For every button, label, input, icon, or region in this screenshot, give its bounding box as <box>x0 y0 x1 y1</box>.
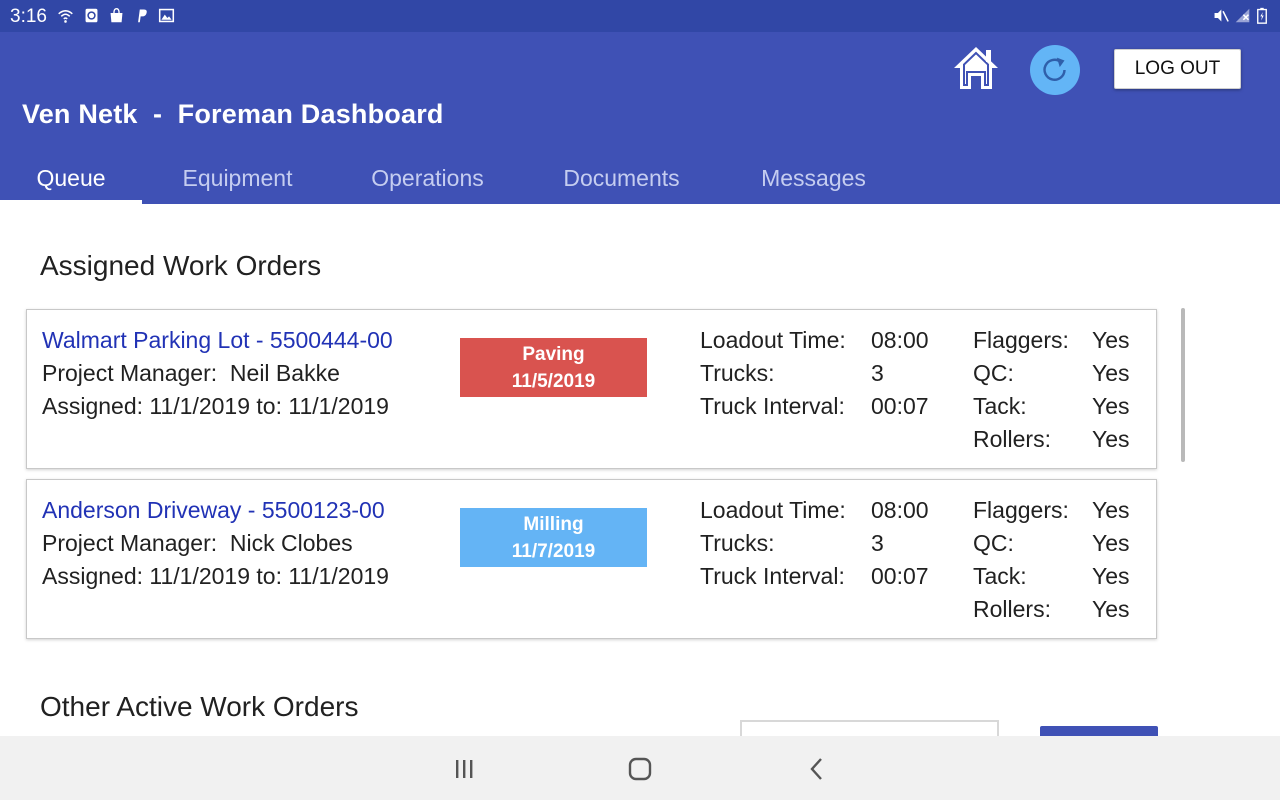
qc-value: Yes <box>1092 360 1130 386</box>
flaggers-value: Yes <box>1092 497 1130 523</box>
refresh-icon <box>1043 57 1066 81</box>
back-icon <box>810 758 822 780</box>
home-nav-button[interactable] <box>626 756 654 782</box>
filter-input[interactable] <box>740 720 999 736</box>
badge-type: Paving <box>522 343 585 365</box>
home-icon <box>954 47 998 89</box>
trucks-label: Trucks: <box>700 530 775 556</box>
tack-value: Yes <box>1092 393 1130 419</box>
other-section-title: Other Active Work Orders <box>40 691 359 722</box>
recent-apps-button[interactable] <box>450 756 478 782</box>
badge-date: 11/5/2019 <box>511 370 596 392</box>
home-circle-icon <box>628 757 652 781</box>
loadout-label: Loadout Time: <box>700 327 846 353</box>
truck-interval-value: 00:07 <box>871 393 929 419</box>
assigned-section-title: Assigned Work Orders <box>40 250 322 281</box>
trucks-value: 3 <box>871 360 884 386</box>
no-signal-icon <box>1234 7 1251 24</box>
assigned-dates: Assigned: 11/1/2019 to: 11/1/2019 <box>42 393 389 419</box>
flaggers-label: Flaggers: <box>973 497 1069 523</box>
project-manager-line: Project Manager: Nick Clobes <box>42 530 353 557</box>
rollers-value: Yes <box>1092 426 1130 452</box>
tab-equipment[interactable]: Equipment <box>160 152 315 204</box>
main-content[interactable]: Assigned Work Orders Walmart Parking Lot… <box>0 204 1280 736</box>
battery-charging-icon <box>1256 7 1268 24</box>
truck-interval-label: Truck Interval: <box>700 563 845 589</box>
work-order-card[interactable]: Anderson Driveway - 5500123-00 Project M… <box>26 479 1157 639</box>
truck-interval-label: Truck Interval: <box>700 393 845 419</box>
notification-app-icon <box>83 7 100 24</box>
flaggers-label: Flaggers: <box>973 327 1069 353</box>
wifi-icon <box>57 7 74 24</box>
shopping-bag-icon <box>108 7 125 24</box>
pm-name: Nick Clobes <box>229 530 353 556</box>
trucks-value: 3 <box>871 530 884 556</box>
rollers-label: Rollers: <box>973 596 1051 622</box>
system-nav-bar <box>0 736 1280 800</box>
tab-messages[interactable]: Messages <box>740 152 887 204</box>
tab-documents[interactable]: Documents <box>540 152 703 204</box>
trucks-label: Trucks: <box>700 360 775 386</box>
refresh-button[interactable] <box>1030 45 1080 95</box>
qc-label: QC: <box>973 530 1014 556</box>
status-badge: Milling 11/7/2019 <box>460 508 647 567</box>
project-manager-line: Project Manager: Neil Bakke <box>42 360 340 387</box>
flaggers-value: Yes <box>1092 327 1130 353</box>
work-order-link[interactable]: Walmart Parking Lot - 5500444-00 <box>42 327 393 354</box>
rollers-value: Yes <box>1092 596 1130 622</box>
loadout-value: 08:00 <box>871 327 929 353</box>
back-nav-button[interactable] <box>803 756 831 782</box>
tack-label: Tack: <box>973 563 1027 589</box>
image-icon <box>158 7 175 24</box>
tack-value: Yes <box>1092 563 1130 589</box>
rollers-label: Rollers: <box>973 426 1051 452</box>
loadout-value: 08:00 <box>871 497 929 523</box>
action-button[interactable] <box>1040 726 1158 736</box>
truck-interval-value: 00:07 <box>871 563 929 589</box>
pm-label: Project Manager: <box>42 530 218 556</box>
home-button[interactable] <box>951 44 1001 92</box>
status-bar: 3:16 <box>0 0 1280 32</box>
tab-bar: Queue Equipment Operations Documents Mes… <box>0 152 1000 204</box>
qc-label: QC: <box>973 360 1014 386</box>
recent-apps-icon <box>456 760 473 778</box>
logout-button[interactable]: LOG OUT <box>1114 49 1241 89</box>
pm-label: Project Manager: <box>42 360 218 386</box>
assigned-dates: Assigned: 11/1/2019 to: 11/1/2019 <box>42 563 389 589</box>
status-badge: Paving 11/5/2019 <box>460 338 647 397</box>
page-title: Ven Netk - Foreman Dashboard <box>22 99 444 129</box>
tack-label: Tack: <box>973 393 1027 419</box>
qc-value: Yes <box>1092 530 1130 556</box>
tab-queue[interactable]: Queue <box>0 152 142 204</box>
app-bar: Ven Netk - Foreman Dashboard LOG OUT Que… <box>0 32 1280 204</box>
scrollbar[interactable] <box>1181 308 1185 462</box>
loadout-label: Loadout Time: <box>700 497 846 523</box>
status-time: 3:16 <box>10 6 47 27</box>
mute-icon <box>1212 7 1229 24</box>
tab-operations[interactable]: Operations <box>350 152 505 204</box>
badge-date: 11/7/2019 <box>511 540 596 562</box>
badge-type: Milling <box>523 513 584 535</box>
work-order-link[interactable]: Anderson Driveway - 5500123-00 <box>42 497 385 524</box>
work-order-card[interactable]: Walmart Parking Lot - 5500444-00 Project… <box>26 309 1157 469</box>
paypal-icon <box>133 7 150 24</box>
pm-name: Neil Bakke <box>229 360 340 386</box>
